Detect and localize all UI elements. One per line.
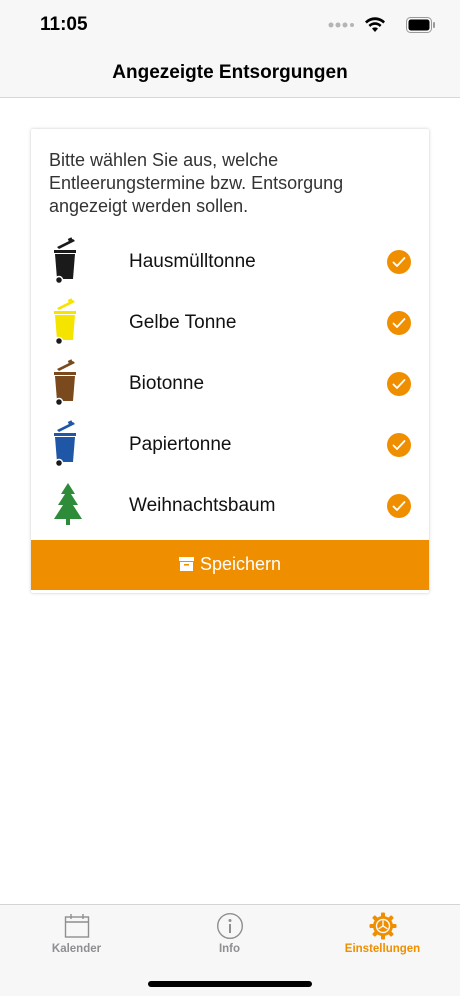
checkbox-checked[interactable] <box>387 494 411 518</box>
save-button-content: Speichern <box>31 554 429 575</box>
checkmark-icon <box>392 318 406 328</box>
navigation-bar: Angezeigte Entsorgungen <box>0 50 460 98</box>
status-indicators <box>326 16 436 36</box>
checkbox-checked[interactable] <box>387 433 411 457</box>
checkmark-icon <box>392 257 406 267</box>
christmas-tree-icon <box>54 483 82 525</box>
bin-row-gelbe-tonne[interactable]: Gelbe Tonne <box>31 292 429 353</box>
yellow-bin-icon <box>54 298 76 346</box>
bin-label: Hausmülltonne <box>129 251 256 272</box>
tab-label: Kalender <box>51 943 102 955</box>
tab-einstellungen[interactable]: Einstellungen <box>306 905 459 965</box>
checkmark-icon <box>392 440 406 450</box>
checkbox-checked[interactable] <box>387 372 411 396</box>
bin-label: Gelbe Tonne <box>129 312 237 333</box>
bin-row-weihnachtsbaum[interactable]: Weihnachtsbaum <box>31 475 429 536</box>
status-bar: 11:05 <box>0 0 460 50</box>
save-button-label: Speichern <box>199 554 282 574</box>
checkbox-checked[interactable] <box>387 250 411 274</box>
bin-label: Weihnachtsbaum <box>129 495 276 516</box>
black-bin-icon <box>54 237 76 285</box>
wifi-icon <box>365 17 385 32</box>
bin-row-hausmuell[interactable]: Hausmülltonne <box>31 231 429 292</box>
tab-kalender[interactable]: Kalender <box>0 905 153 965</box>
battery-icon <box>406 17 435 33</box>
tab-label: Einstellungen <box>344 943 421 955</box>
home-indicator[interactable] <box>148 981 312 987</box>
archive-icon <box>178 557 194 571</box>
save-button[interactable]: Speichern <box>31 540 429 590</box>
bin-row-biotonne[interactable]: Biotonne <box>31 353 429 414</box>
checkbox-checked[interactable] <box>387 311 411 335</box>
checkmark-icon <box>392 379 406 389</box>
checkmark-icon <box>392 501 406 511</box>
tab-info[interactable]: Info <box>153 905 306 965</box>
brown-bin-icon <box>54 359 76 407</box>
intro-text: Bitte wählen Sie aus, welche Entleerungs… <box>49 150 344 216</box>
gear-icon <box>369 912 396 940</box>
page-title: Angezeigte Entsorgungen <box>112 62 348 83</box>
tab-label: Info <box>218 943 241 955</box>
info-icon <box>216 912 243 940</box>
bin-label: Papiertonne <box>129 434 232 455</box>
signal-icon <box>328 22 354 28</box>
selection-card: Bitte wählen Sie aus, welche Entleerungs… <box>31 129 429 593</box>
status-time: 11:05 <box>40 14 88 35</box>
bin-label: Biotonne <box>129 373 205 394</box>
bin-row-papiertonne[interactable]: Papiertonne <box>31 414 429 475</box>
calendar-icon <box>64 914 89 938</box>
blue-bin-icon <box>54 420 76 468</box>
